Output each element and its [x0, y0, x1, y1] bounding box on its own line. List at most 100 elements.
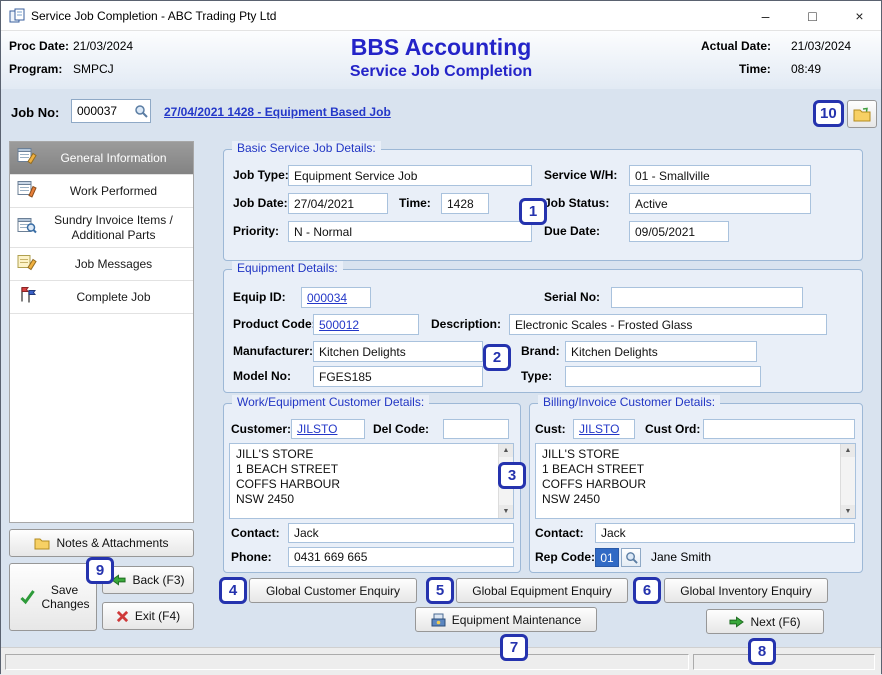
rep-name-value: Jane Smith — [651, 550, 711, 564]
folder-open-icon — [853, 107, 871, 122]
sidebar-nav: General Information Work Performed Sundr… — [9, 141, 194, 523]
type-field[interactable] — [565, 366, 761, 387]
cust-link[interactable]: JILSTO — [579, 422, 619, 436]
sidebar-item-work-performed[interactable]: Work Performed — [10, 175, 193, 208]
sidebar-item-general-information[interactable]: General Information — [10, 142, 193, 175]
scroll-down-icon[interactable]: ▼ — [499, 505, 513, 518]
work-customer-title: Work/Equipment Customer Details: — [232, 395, 429, 409]
status-cell-right — [693, 654, 875, 670]
del-code-field[interactable] — [443, 419, 509, 439]
work-contact-field[interactable]: Jack — [288, 523, 514, 543]
next-arrow-icon — [729, 616, 744, 628]
rep-code-search-icon[interactable] — [621, 548, 641, 567]
job-messages-icon — [17, 253, 37, 276]
global-inventory-enquiry-button[interactable]: Global Inventory Enquiry — [664, 578, 828, 603]
product-code-field[interactable]: 500012 — [313, 314, 419, 335]
work-customer-address[interactable]: JILL'S STORE 1 BEACH STREET COFFS HARBOU… — [229, 443, 514, 519]
billing-contact-field[interactable]: Jack — [595, 523, 855, 543]
job-type-field[interactable]: Equipment Service Job — [288, 165, 532, 186]
annotation-badge-10: 10 — [813, 100, 844, 127]
minimize-button[interactable]: – — [742, 1, 789, 31]
job-status-label: Job Status: — [544, 193, 609, 214]
scroll-up-icon[interactable]: ▲ — [841, 444, 855, 457]
serial-no-label: Serial No: — [544, 287, 600, 308]
notes-attachments-button[interactable]: Notes & Attachments — [9, 529, 194, 557]
phone-field[interactable]: 0431 669 665 — [288, 547, 514, 567]
due-date-field[interactable]: 09/05/2021 — [629, 221, 729, 242]
annotation-badge-3: 3 — [498, 462, 526, 489]
job-time-field[interactable]: 1428 — [441, 193, 489, 214]
customer-field[interactable]: JILSTO — [291, 419, 365, 439]
job-no-search-icon[interactable] — [134, 104, 148, 118]
scroll-down-icon[interactable]: ▼ — [841, 505, 855, 518]
product-code-label: Product Code: — [233, 314, 316, 335]
maximize-button[interactable]: □ — [789, 1, 836, 31]
app-icon — [9, 8, 25, 29]
serial-no-field[interactable] — [611, 287, 803, 308]
program-label: Program: — [9, 62, 62, 76]
model-no-field[interactable]: FGES185 — [313, 366, 483, 387]
billing-customer-address[interactable]: JILL'S STORE 1 BEACH STREET COFFS HARBOU… — [535, 443, 856, 519]
global-equipment-enquiry-button[interactable]: Global Equipment Enquiry — [456, 578, 628, 603]
service-wh-field[interactable]: 01 - Smallville — [629, 165, 811, 186]
rep-code-field[interactable]: 01 — [595, 548, 619, 567]
back-button[interactable]: Back (F3) — [102, 566, 194, 594]
job-no-value: 000037 — [77, 104, 134, 118]
description-field[interactable]: Electronic Scales - Frosted Glass — [509, 314, 827, 335]
annotation-badge-6: 6 — [633, 577, 661, 604]
actual-date-value: 21/03/2024 — [791, 39, 851, 53]
cust-ord-field[interactable] — [703, 419, 855, 439]
brand-field[interactable]: Kitchen Delights — [565, 341, 757, 362]
job-date-label: Job Date: — [233, 193, 288, 214]
sidebar-item-sundry-invoice-items[interactable]: Sundry Invoice Items / Additional Parts — [10, 208, 193, 248]
basic-details-title: Basic Service Job Details: — [232, 141, 381, 155]
description-label: Description: — [431, 314, 501, 335]
customer-label: Customer: — [231, 419, 291, 440]
billing-customer-title: Billing/Invoice Customer Details: — [538, 395, 720, 409]
title-bar: Service Job Completion - ABC Trading Pty… — [1, 1, 881, 31]
brand-label: Brand: — [521, 341, 560, 362]
equip-id-link[interactable]: 000034 — [307, 291, 347, 305]
scroll-up-icon[interactable]: ▲ — [499, 444, 513, 457]
equip-id-field[interactable]: 000034 — [301, 287, 371, 308]
time-label: Time: — [739, 62, 771, 76]
save-changes-button[interactable]: Save Changes — [9, 563, 97, 631]
equipment-maintenance-button[interactable]: Equipment Maintenance — [415, 607, 597, 632]
sidebar-item-complete-job[interactable]: Complete Job — [10, 281, 193, 314]
save-changes-label: Save Changes — [42, 583, 88, 611]
global-customer-enquiry-label: Global Customer Enquiry — [266, 584, 400, 598]
sundry-invoice-items-icon — [17, 216, 37, 239]
equipment-maintenance-icon — [431, 613, 446, 627]
product-code-link[interactable]: 500012 — [319, 318, 359, 332]
customer-link[interactable]: JILSTO — [297, 422, 337, 436]
job-status-field[interactable]: Active — [629, 193, 811, 214]
global-equipment-enquiry-label: Global Equipment Enquiry — [472, 584, 611, 598]
sidebar-item-label: Work Performed — [10, 180, 193, 203]
sidebar-item-job-messages[interactable]: Job Messages — [10, 248, 193, 281]
global-customer-enquiry-button[interactable]: Global Customer Enquiry — [249, 578, 417, 603]
annotation-badge-4: 4 — [219, 577, 247, 604]
service-job-completion-window: { "window": { "title": "Service Job Comp… — [0, 0, 882, 674]
priority-field[interactable]: N - Normal — [288, 221, 532, 242]
exit-button[interactable]: Exit (F4) — [102, 602, 194, 630]
billing-address-scrollbar[interactable]: ▲ ▼ — [840, 444, 855, 518]
job-no-input[interactable]: 000037 — [71, 99, 151, 123]
proc-date-value: 21/03/2024 — [73, 39, 133, 53]
close-button[interactable]: × — [836, 1, 882, 31]
time-value: 08:49 — [791, 62, 821, 76]
cust-field[interactable]: JILSTO — [573, 419, 635, 439]
status-cell-left — [5, 654, 689, 670]
priority-label: Priority: — [233, 221, 279, 242]
general-information-icon — [17, 147, 37, 170]
global-inventory-enquiry-label: Global Inventory Enquiry — [680, 584, 811, 598]
attachments-folder-button[interactable] — [847, 100, 877, 128]
job-no-label: Job No: — [11, 105, 59, 120]
annotation-badge-9: 9 — [86, 557, 114, 584]
next-button[interactable]: Next (F6) — [706, 609, 824, 634]
back-label: Back (F3) — [132, 573, 184, 587]
manufacturer-field[interactable]: Kitchen Delights — [313, 341, 483, 362]
job-time-label: Time: — [399, 193, 431, 214]
work-contact-label: Contact: — [231, 523, 280, 544]
job-date-field[interactable]: 27/04/2021 — [288, 193, 388, 214]
job-description-link[interactable]: 27/04/2021 1428 - Equipment Based Job — [164, 105, 391, 119]
